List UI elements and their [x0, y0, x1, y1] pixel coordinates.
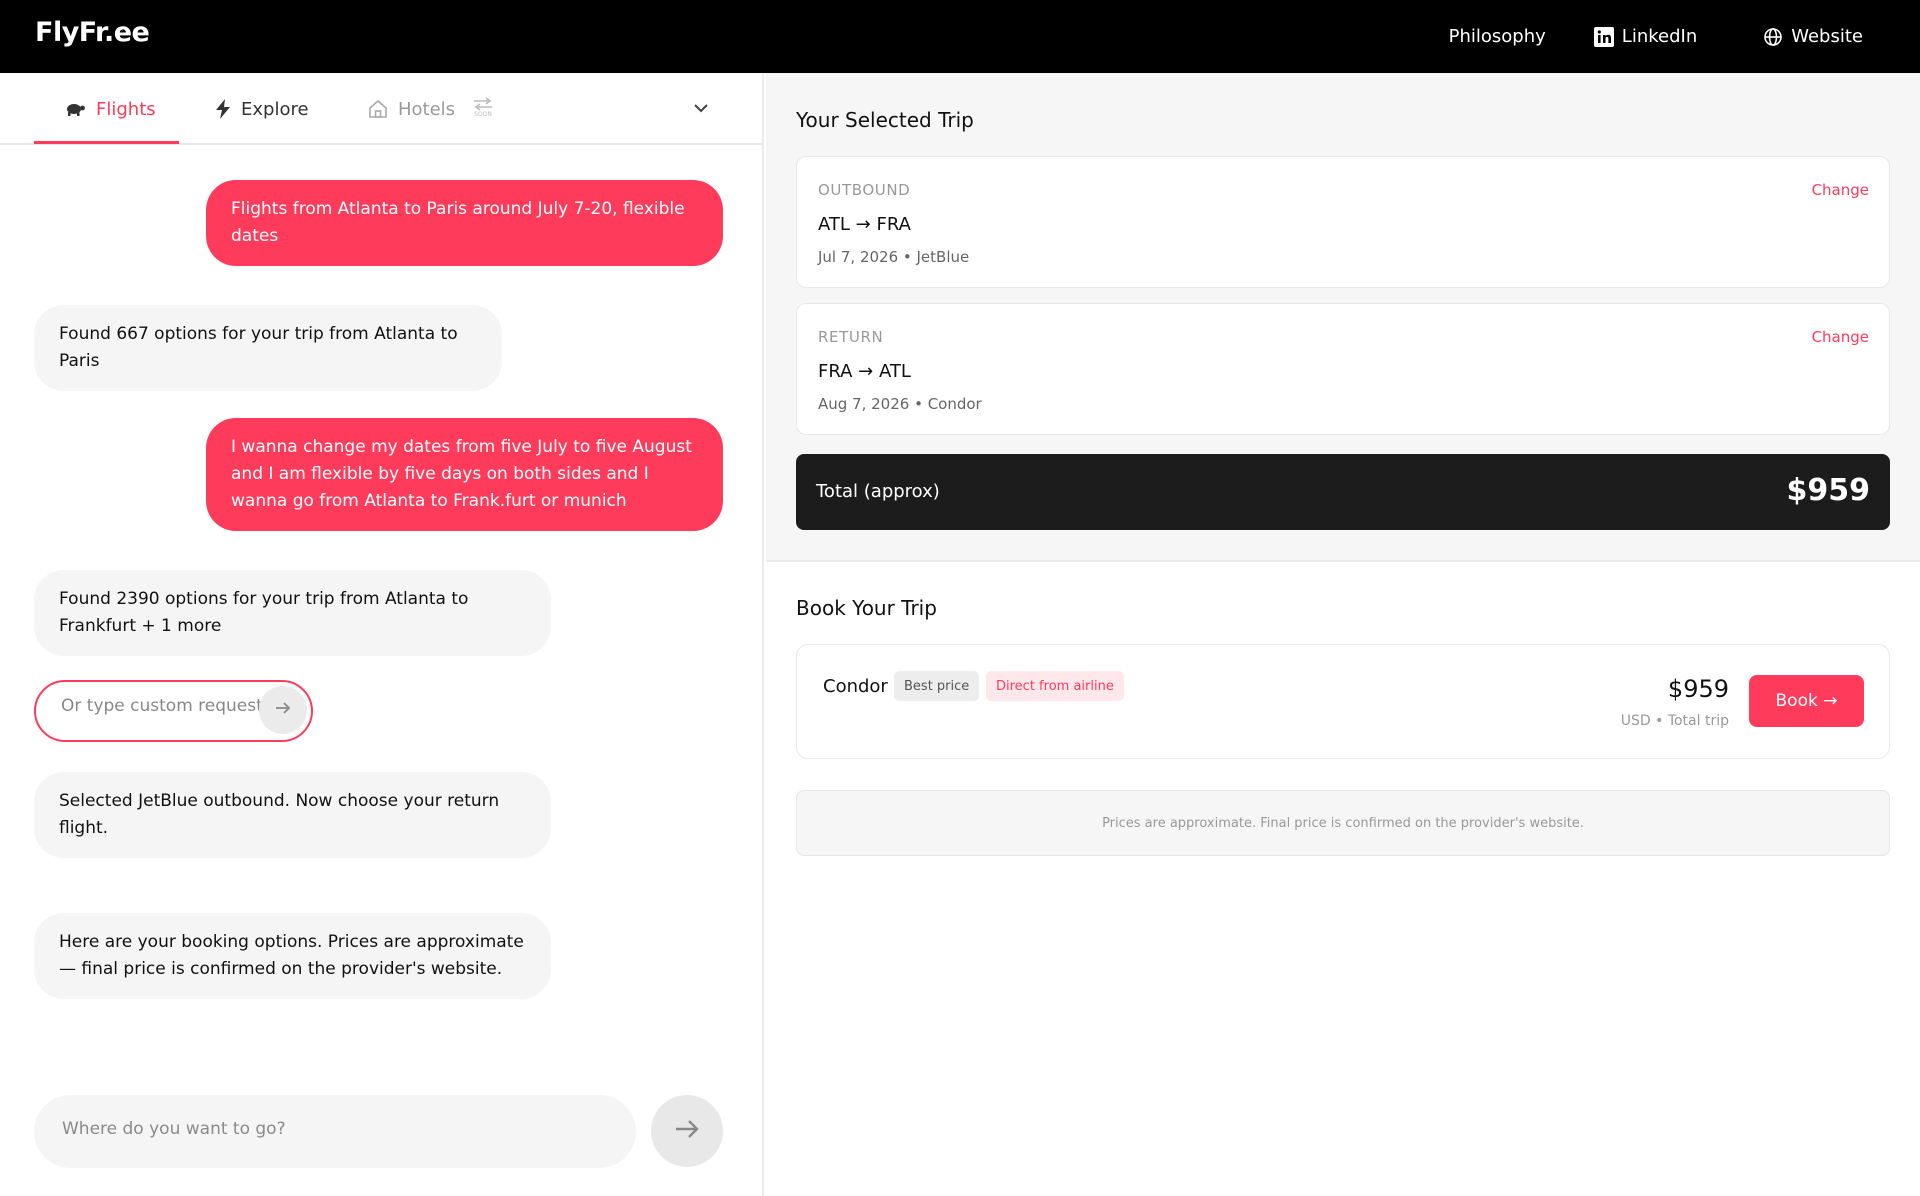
outbound-meta: Jul 7, 2026 • JetBlue [818, 248, 970, 266]
top-bar: FlyFr.ee Philosophy LinkedIn Website [0, 0, 1920, 73]
return-route: FRA → ATL [818, 361, 911, 382]
selected-trip-section: Your Selected Trip OUTBOUND ATL → FRA Ju… [766, 73, 1920, 562]
tab-flights[interactable]: Flights [64, 73, 156, 145]
total-value: $959 [1786, 473, 1871, 508]
bot-message: Found 667 options for your trip from Atl… [34, 305, 502, 391]
globe-icon [1763, 27, 1783, 47]
message-text: I wanna change my dates from five July t… [231, 437, 692, 511]
user-message: I wanna change my dates from five July t… [206, 418, 723, 531]
turtle-icon [64, 101, 86, 117]
lightning-icon [215, 99, 231, 119]
return-change-link[interactable]: Change [1812, 328, 1869, 346]
tab-explore-label: Explore [241, 98, 309, 120]
airline-name: Condor [823, 676, 888, 697]
return-meta: Aug 7, 2026 • Condor [818, 395, 982, 413]
logo[interactable]: FlyFr.ee [35, 17, 150, 48]
nav-linkedin-label: LinkedIn [1621, 26, 1698, 47]
soon-badge: SOON [472, 97, 494, 119]
message-text: Found 2390 options for your trip from At… [59, 589, 469, 636]
outbound-route: ATL → FRA [818, 214, 911, 235]
arrow-right-icon [673, 1115, 701, 1147]
soon-label: SOON [474, 111, 492, 118]
trip-panel: Your Selected Trip OUTBOUND ATL → FRA Ju… [766, 73, 1920, 1196]
return-label: RETURN [818, 328, 884, 346]
nav-website-link[interactable]: Website [1763, 26, 1863, 47]
user-message: Flights from Atlanta to Paris around Jul… [206, 180, 723, 266]
chat-panel: Flights Explore Hotels SOON Flights from… [0, 73, 764, 1196]
mode-tabs: Flights Explore Hotels SOON [0, 73, 762, 145]
book-trip-title: Book Your Trip [796, 596, 937, 620]
outbound-change-link[interactable]: Change [1812, 181, 1869, 199]
nav-philosophy-label: Philosophy [1448, 26, 1546, 47]
outbound-label: OUTBOUND [818, 181, 911, 199]
home-icon [368, 99, 388, 119]
custom-request-field[interactable] [34, 680, 313, 742]
tab-hotels-label: Hotels [398, 98, 456, 120]
arrow-right-icon [274, 699, 292, 721]
custom-request-send-button[interactable] [259, 686, 307, 734]
nav-philosophy-link[interactable]: Philosophy [1449, 26, 1546, 47]
nav-linkedin-link[interactable]: LinkedIn [1593, 26, 1698, 47]
total-bar: Total (approx) $959 [796, 454, 1890, 530]
return-card: RETURN FRA → ATL Aug 7, 2026 • Condor Ch… [796, 303, 1890, 435]
booking-option-card: Condor Best price Direct from airline $9… [796, 644, 1890, 759]
linkedin-icon [1593, 26, 1614, 47]
chat-send-button[interactable] [651, 1095, 723, 1167]
outbound-card: OUTBOUND ATL → FRA Jul 7, 2026 • JetBlue… [796, 156, 1890, 288]
message-text: Here are your booking options. Prices ar… [59, 932, 524, 979]
message-text: Flights from Atlanta to Paris around Jul… [231, 199, 685, 246]
booking-price: $959 [1667, 675, 1729, 703]
selected-trip-title: Your Selected Trip [796, 108, 974, 132]
tab-hotels[interactable]: Hotels [368, 73, 455, 145]
direct-airline-badge: Direct from airline [986, 671, 1124, 701]
booking-price-sub: USD • Total trip [1620, 713, 1729, 729]
tab-explore[interactable]: Explore [215, 73, 309, 145]
chevron-down-icon [691, 103, 711, 122]
best-price-badge: Best price [894, 671, 980, 701]
message-text: Found 667 options for your trip from Atl… [59, 324, 458, 371]
price-disclaimer: Prices are approximate. Final price is c… [796, 790, 1890, 856]
bot-message: Found 2390 options for your trip from At… [34, 570, 551, 656]
bot-message: Selected JetBlue outbound. Now choose yo… [34, 772, 551, 858]
message-text: Selected JetBlue outbound. Now choose yo… [59, 791, 500, 838]
tabs-dropdown-chevron[interactable] [691, 98, 711, 122]
custom-request-input[interactable] [61, 696, 267, 716]
bot-message: Here are your booking options. Prices ar… [34, 913, 551, 999]
top-nav: Philosophy LinkedIn Website [1449, 0, 1920, 73]
chat-input-field[interactable] [34, 1095, 636, 1168]
destination-input[interactable] [62, 1119, 602, 1139]
nav-website-label: Website [1791, 26, 1863, 47]
active-tab-indicator [34, 141, 179, 144]
total-label: Total (approx) [816, 481, 940, 502]
book-button[interactable]: Book → [1749, 675, 1864, 727]
tab-flights-label: Flights [96, 98, 156, 120]
